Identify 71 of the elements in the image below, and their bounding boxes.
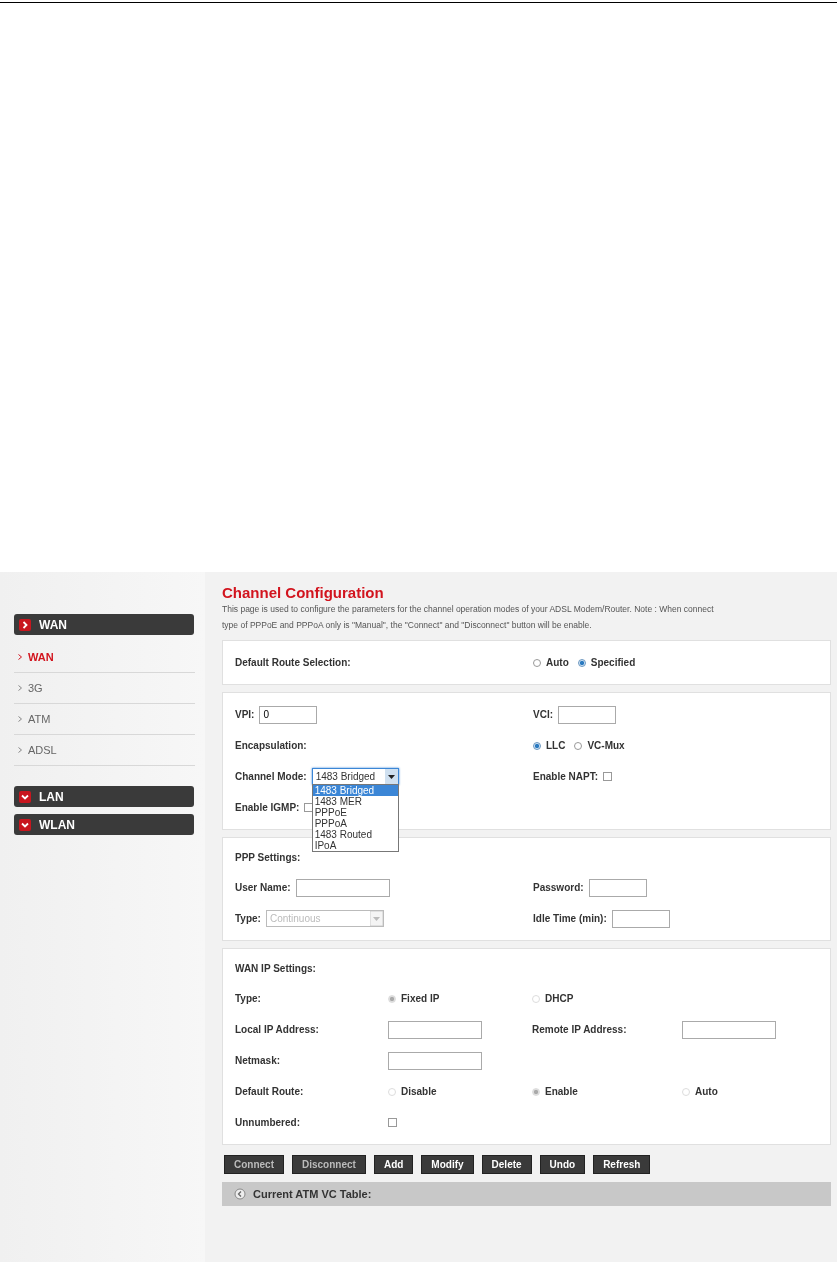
field-label: Remote IP Address: — [532, 1024, 628, 1035]
input-field[interactable]: 0 — [259, 705, 318, 724]
table-title: Current ATM VC Table: — [253, 1188, 372, 1200]
action-button[interactable]: Refresh — [593, 1155, 651, 1174]
field-label: User Name: — [235, 882, 291, 893]
checkbox[interactable] — [388, 1118, 397, 1127]
action-button[interactable]: Modify — [421, 1155, 474, 1174]
menu-item[interactable]: 3G — [14, 673, 195, 704]
input-field[interactable] — [682, 1020, 776, 1039]
dropdown-option[interactable]: 1483 MER — [312, 796, 398, 807]
input-field[interactable] — [388, 1051, 482, 1070]
field-label: Type: — [235, 913, 261, 924]
section-title: PPP Settings: — [235, 851, 301, 865]
input-field[interactable] — [558, 705, 616, 724]
option-label: LLC — [546, 740, 566, 751]
field-label: Enable NAPT: — [533, 771, 598, 782]
menu-item[interactable]: WAN — [14, 642, 195, 673]
dropdown-option[interactable]: PPPoA — [312, 818, 398, 829]
option-label: Auto — [695, 1086, 718, 1097]
option-label: Fixed IP — [401, 993, 440, 1004]
radio-button[interactable] — [577, 658, 586, 667]
section-title: WAN IP Settings: — [235, 962, 316, 976]
menu-group-header[interactable]: LAN — [14, 786, 194, 807]
field-label: Enable IGMP: — [235, 802, 300, 813]
dropdown-arrow-icon — [369, 911, 383, 926]
chevron-down-icon — [19, 818, 31, 831]
page-title: Channel Configuration — [222, 584, 385, 601]
dropdown-option[interactable]: PPPoE — [312, 807, 398, 818]
action-button[interactable]: Delete — [481, 1155, 532, 1174]
menu-item[interactable]: ADSL — [14, 735, 195, 766]
input-field[interactable] — [588, 878, 647, 897]
field-label: Password: — [533, 882, 584, 893]
menu-group-header[interactable]: WLAN — [14, 814, 194, 835]
field-label: Netmask: — [235, 1055, 282, 1066]
field-label: Local IP Address: — [235, 1024, 320, 1035]
field-label: Idle Time (min): — [533, 913, 607, 924]
chevron-right-icon — [19, 618, 31, 631]
radio-button[interactable] — [574, 741, 583, 750]
field-label: Default Route Selection: — [235, 657, 352, 668]
field-label: Channel Mode: — [235, 771, 307, 782]
checkbox[interactable] — [304, 803, 314, 812]
field-label: Unnumbered: — [235, 1117, 301, 1128]
option-label: VC-Mux — [587, 740, 625, 751]
menu-item[interactable]: ATM — [14, 704, 195, 735]
radio-button[interactable] — [533, 658, 541, 667]
option-label: DHCP — [545, 993, 574, 1004]
action-button[interactable]: Undo — [539, 1155, 586, 1174]
description-text: This page is used to configure the parameters for the channel operation modes of your ADSL Modem/Router. Note : When connect — [222, 603, 715, 616]
dropdown-option[interactable]: IPoA — [312, 840, 398, 851]
option-label: Auto — [546, 657, 569, 668]
option-label: Disable — [401, 1086, 437, 1097]
menu-group-header[interactable]: WAN — [14, 614, 194, 635]
collapse-toggle-icon[interactable] — [234, 1188, 246, 1200]
action-button[interactable]: Add — [373, 1155, 414, 1174]
field-label: Encapsulation: — [235, 740, 308, 751]
input-field[interactable] — [295, 878, 390, 897]
dropdown-option[interactable]: 1483 Routed — [312, 829, 398, 840]
field-label: VPI: — [235, 709, 255, 720]
input-field[interactable] — [611, 909, 670, 928]
input-field[interactable] — [388, 1020, 482, 1039]
dropdown-option[interactable]: 1483 Bridged — [312, 785, 398, 796]
field-label: Default Route: — [235, 1086, 305, 1097]
option-label: Specified — [590, 657, 636, 668]
option-label: Enable — [545, 1086, 578, 1097]
field-label: Type: — [235, 993, 262, 1004]
description-text: type of PPPoE and PPPoA only is "Manual", the "Connect" and "Disconnect" button will be enable. — [222, 619, 593, 632]
chevron-down-icon — [19, 790, 31, 803]
radio-button[interactable] — [533, 741, 541, 750]
checkbox[interactable] — [603, 772, 612, 781]
field-label: VCI: — [533, 709, 553, 720]
dropdown-arrow-icon — [384, 769, 398, 784]
